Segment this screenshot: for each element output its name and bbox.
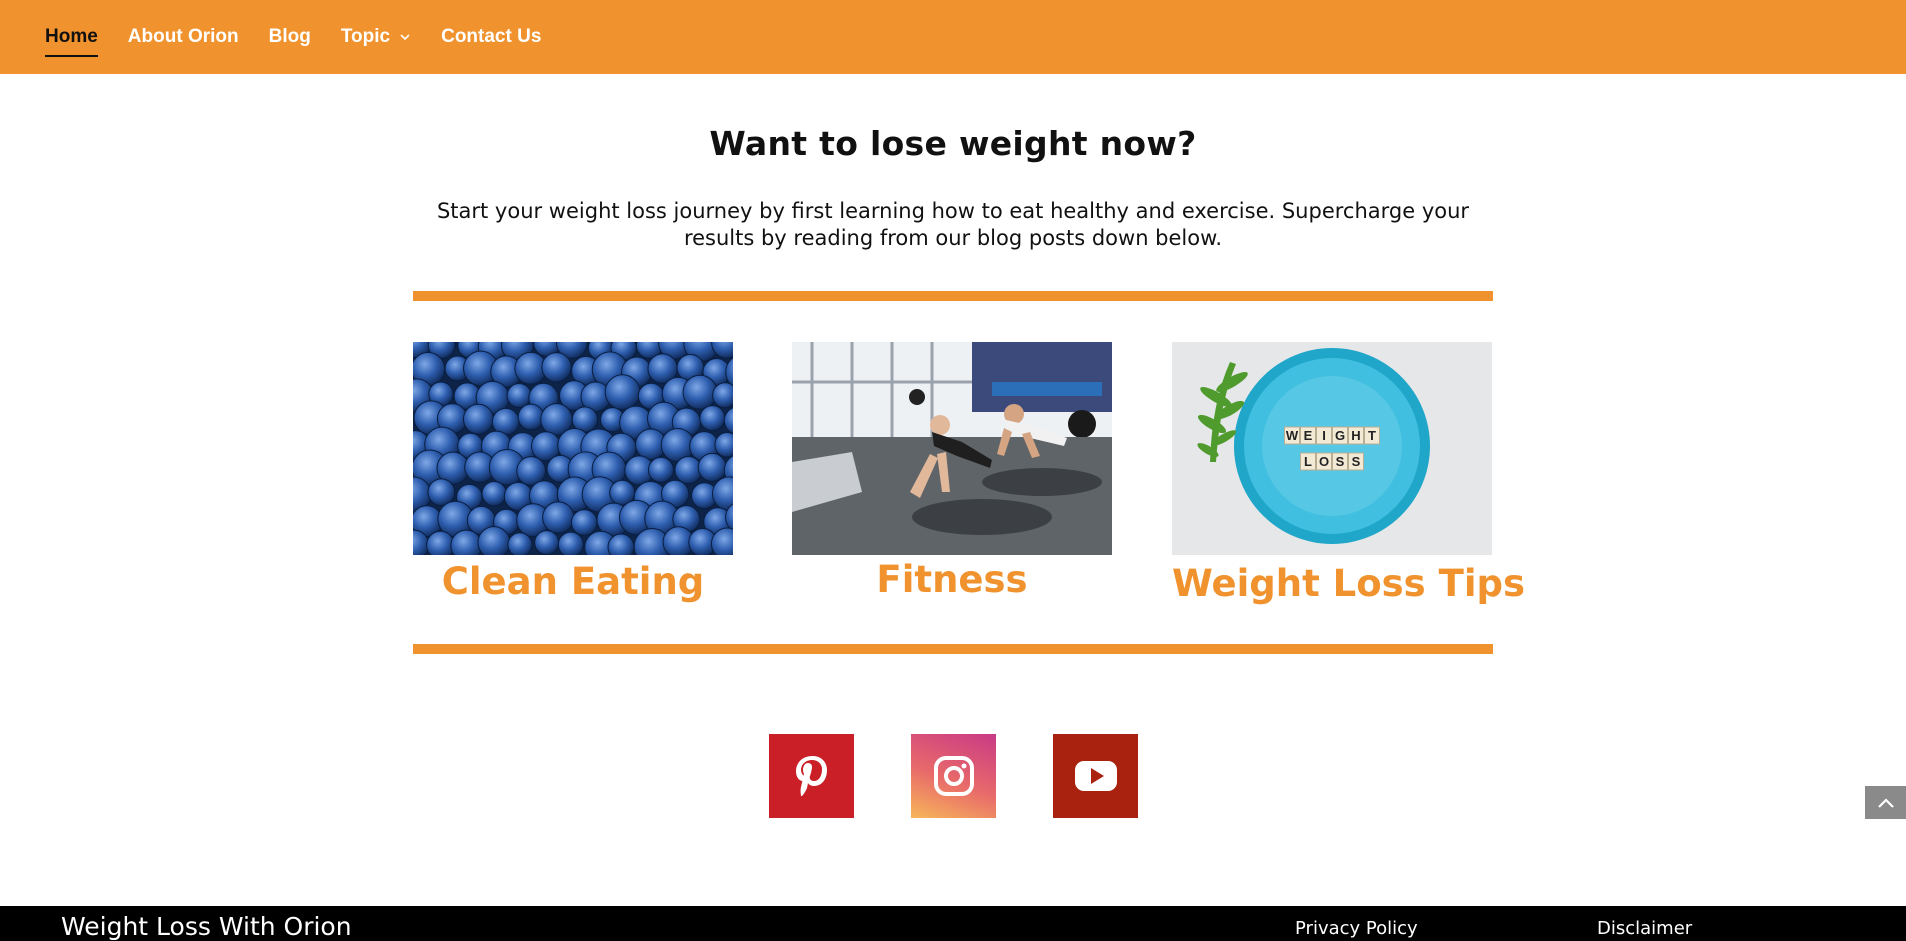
pinterest-button[interactable] [769,734,854,818]
letter-tile-text: H [1351,428,1360,443]
footer-brand[interactable]: Weight Loss With Orion [61,912,352,941]
nav-about-orion[interactable]: About Orion [128,0,239,74]
card-weight-loss-tips: WEIGHTLOSS Weight Loss Tips [1172,342,1525,605]
card-title-fitness[interactable]: Fitness [792,558,1112,601]
nav-topic[interactable]: Topic [341,0,411,74]
footer-link-disclaimer[interactable]: Disclaimer [1597,918,1692,939]
nav-about-label: About Orion [127,26,239,47]
footer: Weight Loss With Orion Privacy Policy Di… [0,906,1906,941]
card-clean-eating: Clean Eating [413,342,733,603]
instagram-icon [933,756,974,796]
card-fitness: Fitness [792,342,1112,601]
pinterest-icon [795,756,827,796]
nav-contact-us[interactable]: Contact Us [441,0,541,74]
letter-tile-text: I [1322,428,1326,443]
nav-blog-label: Blog [268,26,311,47]
letter-tile-text: W [1286,428,1299,443]
plate-image[interactable]: WEIGHTLOSS [1172,342,1492,555]
blueberries-photo [413,342,733,555]
youtube-button[interactable] [1053,734,1138,818]
divider-bottom [413,644,1493,654]
gym-image[interactable] [792,342,1112,555]
letter-tile-text: S [1336,454,1345,469]
card-title-clean-eating[interactable]: Clean Eating [413,560,733,603]
main-nav: Home About Orion Blog Topic Contact Us [45,0,571,74]
nav-contact-label: Contact Us [441,26,542,47]
footer-link-privacy-policy[interactable]: Privacy Policy [1295,918,1418,939]
nav-home[interactable]: Home [45,0,98,74]
chevron-up-icon [1877,797,1894,808]
youtube-icon [1074,761,1117,791]
gym-pushups-photo [792,342,1112,555]
blueberries-image[interactable] [413,342,733,555]
letter-tile-text: S [1352,454,1361,469]
divider-top [413,291,1493,301]
letter-tile-text: O [1319,454,1329,469]
letter-tile-text: T [1368,428,1376,443]
letter-tile-text: E [1304,428,1313,443]
chevron-down-icon [400,34,410,41]
letter-tile-text: L [1304,454,1312,469]
page-title: Want to lose weight now? [709,124,1197,163]
scroll-to-top-button[interactable] [1865,786,1906,819]
hero-subtitle: Start your weight loss journey by first … [436,199,1470,250]
top-navbar: Home About Orion Blog Topic Contact Us [0,0,1906,74]
letter-tile-text: G [1335,428,1345,443]
nav-blog[interactable]: Blog [269,0,311,74]
card-title-weight-loss-tips[interactable]: Weight Loss Tips [1172,562,1525,605]
nav-home-label: Home [45,26,98,47]
instagram-button[interactable] [911,734,996,818]
weight-loss-plate-photo: W E I G H TL O S S [1172,342,1492,555]
nav-topic-label: Topic [340,26,391,47]
